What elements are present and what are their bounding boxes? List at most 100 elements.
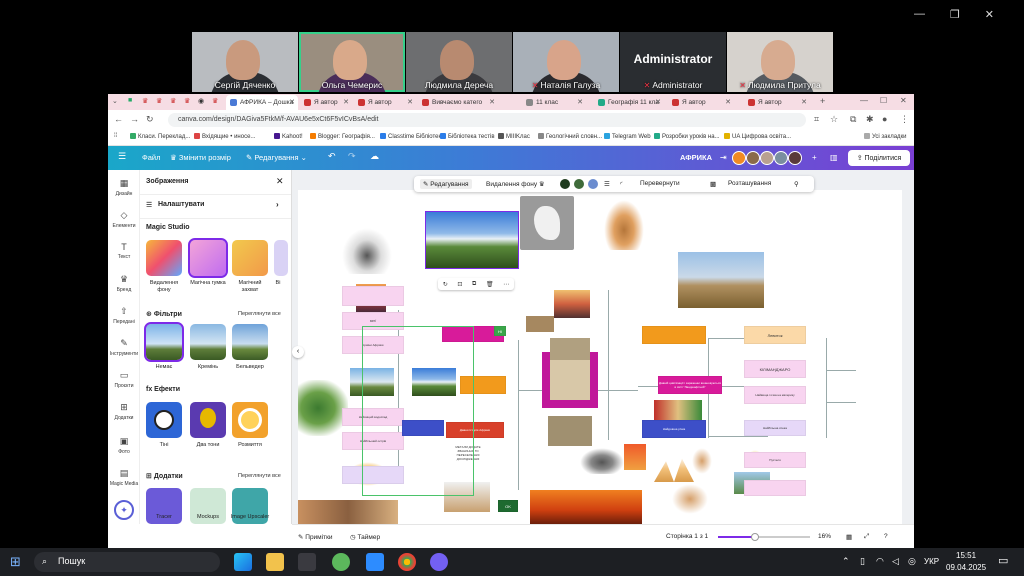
notes-button[interactable]: ✎ Примітки (298, 533, 333, 541)
tab-africa[interactable]: АФРИКА – Дошка ✕ (226, 95, 298, 110)
color-swatch[interactable] (588, 179, 598, 189)
app-icon[interactable]: ■ (128, 97, 132, 104)
close-icon[interactable]: ✕ (489, 98, 495, 106)
add-collaborator-icon[interactable]: + (812, 153, 817, 162)
share-button[interactable]: ⇪ Поділитися (848, 150, 910, 166)
volume-icon[interactable]: ◁ (892, 556, 899, 567)
windows-start-icon[interactable]: ⊞ (10, 554, 21, 570)
transparency-icon[interactable]: ▩ (710, 180, 716, 188)
puzzle-icon[interactable]: ✱ (866, 114, 874, 125)
collapse-panel-button[interactable]: ‹ (292, 346, 304, 358)
close-icon[interactable]: ✕ (407, 98, 413, 106)
edge-icon[interactable] (234, 553, 252, 571)
close-icon[interactable]: ✕ (725, 98, 731, 106)
flip-button[interactable]: Перевернути (640, 180, 680, 187)
africa-map-image[interactable] (520, 196, 574, 250)
help-icon[interactable]: ? (884, 533, 888, 540)
star-icon[interactable]: ☆ (830, 114, 838, 125)
bookmark-item[interactable]: Геологічний словн... (538, 133, 602, 140)
battery-icon[interactable]: ▯ (860, 556, 865, 567)
selection-frame[interactable] (362, 326, 474, 496)
participant-tile[interactable]: Administrator ✕ Administrator (620, 32, 726, 92)
giraffe-image[interactable] (604, 200, 644, 250)
animal-image[interactable] (526, 316, 554, 332)
food-image[interactable] (298, 500, 398, 524)
magic-sparkle-button[interactable]: ✦ (114, 500, 134, 520)
close-icon[interactable]: ✕ (289, 98, 295, 106)
translate-icon[interactable]: ⌗ (814, 114, 819, 125)
tab-item[interactable]: 11 клас ✕ (522, 95, 586, 110)
timer-button[interactable]: ◷ Таймер (350, 533, 380, 541)
design-title[interactable]: АФРИКА (680, 153, 712, 162)
chrome-icon[interactable] (398, 553, 416, 571)
participant-tile[interactable]: Сергій Дяченко (192, 32, 298, 92)
network-icon[interactable]: ◎ (908, 556, 916, 567)
kilimanjaro-label-box[interactable]: КІЛІМАНДЖАРО (744, 360, 806, 378)
cloud-saved-icon[interactable]: ☁ (370, 151, 379, 162)
close-icon[interactable]: ✕ (276, 176, 284, 187)
app-icon[interactable]: ♛ (212, 97, 218, 105)
participant-tile[interactable]: ✕ Людмила Притула (727, 32, 833, 92)
participant-tile[interactable]: ✕ Наталія Галуза (513, 32, 619, 92)
resize-button[interactable]: ♛ Змінити розмір (170, 153, 231, 162)
zoom-level[interactable]: 16% (818, 533, 831, 540)
kilimanjaro-image-selected[interactable] (425, 211, 519, 269)
tab-item[interactable]: Я автор ✕ (668, 95, 734, 110)
rhino-image[interactable] (580, 448, 624, 474)
children-image[interactable] (672, 484, 708, 514)
tab-item[interactable]: Я автор ✕ (354, 95, 416, 110)
position-button[interactable]: Розташування (728, 180, 771, 187)
filter-none-thumb[interactable] (144, 322, 184, 362)
avatar[interactable] (746, 151, 760, 165)
node-box[interactable]: Найдовша річка (642, 420, 706, 438)
center-node-box[interactable]: Давній цивілізації і зараженні вшановуют… (658, 376, 722, 394)
language-indicator[interactable]: УКР (924, 557, 939, 566)
menu-icon[interactable]: ⋮ (900, 114, 909, 125)
rotate-icon[interactable]: ↻ (443, 281, 448, 288)
close-icon[interactable]: ✕ (655, 98, 661, 106)
taskbar-search[interactable]: ⌕ Пошук (34, 552, 220, 572)
undo-icon[interactable]: ↶ (328, 151, 336, 162)
app-icon[interactable]: ♛ (156, 97, 162, 105)
analytics-icon[interactable]: ▥ (830, 153, 838, 162)
editing-mode-button[interactable]: ✎ Редагування ⌄ (246, 153, 307, 162)
avatar[interactable] (732, 151, 746, 165)
magic-eraser-thumb[interactable] (188, 238, 228, 278)
minimize-icon[interactable]: — (860, 96, 868, 105)
rail-tools[interactable]: ✎ Інструменти (108, 338, 140, 357)
see-all-link[interactable]: Переглянути все (238, 311, 281, 317)
animal-image[interactable] (550, 338, 590, 360)
zoom-slider-handle[interactable] (751, 533, 759, 541)
delete-icon[interactable]: 🗑 (486, 281, 494, 288)
new-tab-icon[interactable]: + (820, 96, 825, 106)
all-bookmarks[interactable]: Усі закладки (864, 133, 907, 140)
file-explorer-icon[interactable] (266, 553, 284, 571)
pyramids-image[interactable] (654, 458, 694, 482)
effect-duotone-thumb[interactable] (190, 402, 226, 438)
app-icon[interactable]: ♛ (170, 97, 176, 105)
back-icon[interactable]: ← (114, 114, 123, 124)
tab-item[interactable]: Я автор ✕ (744, 95, 810, 110)
forward-icon[interactable]: → (130, 114, 139, 124)
fullscreen-icon[interactable]: ⤢ (864, 533, 869, 541)
viber-icon[interactable] (430, 553, 448, 571)
effect-shadows-thumb[interactable] (146, 402, 182, 438)
bookmark-item[interactable]: Kahoot! (274, 133, 303, 140)
redo-icon[interactable]: ↷ (348, 151, 356, 162)
bookmark-item[interactable]: Класи. Переклад... (130, 133, 190, 140)
boat-image[interactable] (654, 400, 702, 420)
store-icon[interactable] (298, 553, 316, 571)
color-swatch[interactable] (574, 179, 584, 189)
close-icon[interactable]: ✕ (577, 98, 583, 106)
file-menu[interactable]: Файл (142, 153, 160, 162)
restore-icon[interactable]: ❐ (950, 8, 960, 22)
profile-icon[interactable]: ● (882, 114, 887, 124)
hi-tag[interactable]: НІ (494, 326, 506, 336)
rail-magic-media[interactable]: ▤ Magic Media (108, 468, 140, 487)
bookmark-item[interactable]: Telegram Web (604, 133, 651, 140)
reload-icon[interactable]: ↻ (146, 114, 154, 125)
plant-image[interactable] (298, 380, 348, 436)
color-swatch[interactable] (560, 179, 570, 189)
tab-menu-icon[interactable]: ⌄ (112, 97, 118, 105)
hamburger-icon[interactable]: ☰ (118, 151, 126, 162)
